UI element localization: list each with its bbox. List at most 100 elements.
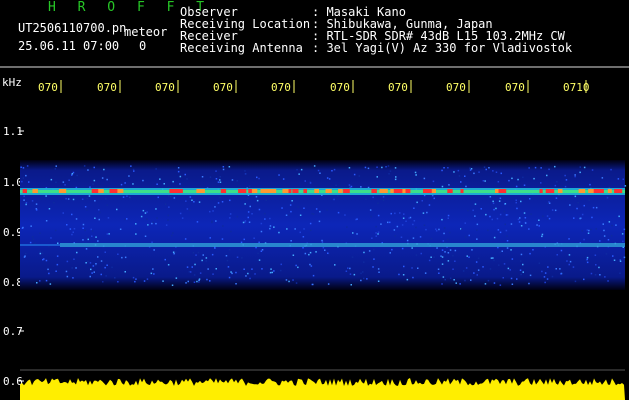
time-tick-label: 070 <box>505 81 525 94</box>
noise-speck <box>285 214 288 216</box>
noise-speck <box>23 199 25 201</box>
noise-speck <box>595 206 598 209</box>
noise-speck <box>345 270 348 272</box>
noise-speck <box>426 211 428 214</box>
noise-speck <box>517 218 520 221</box>
noise-speck <box>353 273 356 276</box>
noise-speck <box>623 228 626 231</box>
noise-speck <box>398 273 400 276</box>
noise-speck <box>205 257 208 259</box>
noise-speck <box>477 269 480 271</box>
noise-speck <box>291 200 293 202</box>
noise-speck <box>155 168 157 170</box>
noise-speck <box>47 268 49 271</box>
noise-speck <box>377 233 379 235</box>
noise-speck <box>606 195 608 198</box>
noise-speck <box>72 231 74 233</box>
noise-speck <box>356 218 358 220</box>
carrier-hotspot <box>98 189 104 193</box>
noise-speck <box>503 210 506 213</box>
noise-speck <box>230 271 232 273</box>
noise-speck <box>493 282 496 284</box>
noise-speck <box>35 203 38 205</box>
noise-speck <box>483 166 486 168</box>
noise-speck <box>603 235 606 237</box>
noise-speck <box>482 180 485 182</box>
noise-speck <box>447 260 450 262</box>
noise-speck <box>344 214 346 216</box>
noise-speck <box>258 241 260 244</box>
noise-speck <box>126 195 128 197</box>
noise-speck <box>476 229 478 231</box>
noise-speck <box>191 199 193 201</box>
noise-speck <box>315 251 317 253</box>
carrier-hotspot <box>58 189 67 193</box>
noise-speck <box>26 165 29 167</box>
noise-speck <box>289 204 292 206</box>
noise-speck <box>22 226 24 229</box>
noise-speck <box>278 231 280 234</box>
noise-speck <box>373 248 375 251</box>
noise-speck <box>385 166 387 168</box>
noise-speck <box>444 241 446 243</box>
carrier-hotspot <box>325 189 332 193</box>
time-tick-label: 070 <box>271 81 291 94</box>
noise-speck <box>430 256 432 258</box>
noise-speck <box>129 196 131 198</box>
noise-speck <box>181 217 184 219</box>
noise-speck <box>229 199 231 202</box>
noise-speck <box>530 213 532 215</box>
noise-speck <box>363 277 365 280</box>
noise-speck <box>261 268 263 270</box>
noise-speck <box>73 228 76 230</box>
noise-speck <box>590 228 592 231</box>
noise-speck <box>122 196 125 198</box>
noise-speck <box>540 167 542 169</box>
noise-speck <box>420 252 422 255</box>
noise-speck <box>588 229 590 232</box>
noise-speck <box>140 215 143 218</box>
time-tick-label: 070 <box>446 81 466 94</box>
noise-speck <box>360 279 362 282</box>
noise-speck <box>499 213 502 216</box>
noise-speck <box>491 218 493 221</box>
noise-speck <box>85 248 88 250</box>
noise-speck <box>297 206 299 208</box>
noise-speck <box>253 237 255 239</box>
noise-speck <box>524 222 527 224</box>
noise-speck <box>172 180 174 183</box>
noise-speck <box>489 215 491 218</box>
time-tick-label: 070 <box>97 81 117 94</box>
noise-speck <box>493 208 495 211</box>
noise-speck <box>39 250 42 253</box>
noise-speck <box>189 209 191 211</box>
noise-speck <box>564 185 567 188</box>
noise-speck <box>473 172 475 175</box>
noise-speck <box>198 201 201 203</box>
noise-speck <box>476 238 478 240</box>
noise-speck <box>22 177 25 179</box>
noise-speck <box>192 252 195 254</box>
noise-speck <box>236 215 239 218</box>
noise-speck <box>412 223 414 226</box>
carrier-hotspot <box>402 189 406 193</box>
noise-speck <box>91 230 94 232</box>
noise-speck <box>215 268 217 270</box>
noise-speck <box>574 195 577 198</box>
noise-speck <box>466 255 468 257</box>
noise-speck <box>73 258 75 260</box>
noise-speck <box>522 176 524 179</box>
noise-speck <box>215 178 218 180</box>
noise-speck <box>529 252 531 255</box>
noise-speck <box>433 256 435 258</box>
noise-speck <box>453 279 455 281</box>
carrier-hotspot <box>314 189 319 193</box>
noise-speck <box>430 237 433 240</box>
noise-speck <box>569 260 572 263</box>
noise-speck <box>133 170 135 172</box>
noise-speck <box>541 235 543 238</box>
noise-speck <box>34 242 36 245</box>
noise-speck <box>511 258 514 260</box>
noise-speck <box>499 231 502 234</box>
noise-speck <box>375 225 377 228</box>
